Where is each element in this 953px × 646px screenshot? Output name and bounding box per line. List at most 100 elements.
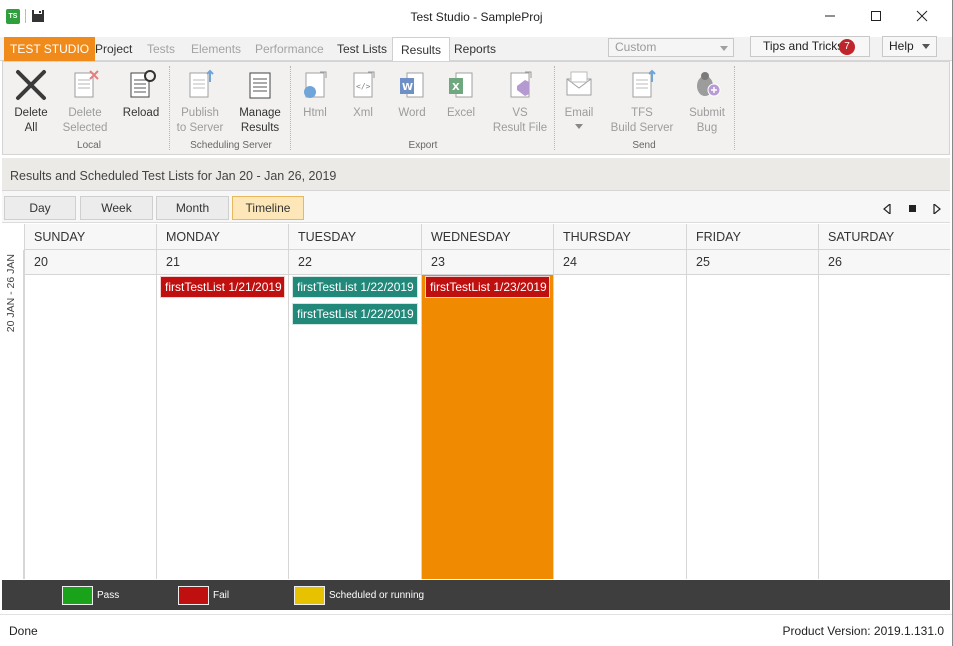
day-column-saturday[interactable]: SATURDAY 26: [818, 224, 950, 579]
tips-and-tricks-button[interactable]: Tips and Tricks 7: [750, 36, 870, 57]
view-week-button[interactable]: Week: [80, 196, 153, 220]
delete-x-icon: [16, 70, 46, 100]
delete-selected-label-1: Delete: [68, 107, 102, 119]
day-name-header: TUESDAY: [289, 224, 421, 250]
publish-label-1: Publish: [181, 107, 219, 119]
tips-label: Tips and Tricks: [763, 39, 844, 53]
legend-scheduled-label: Scheduled or running: [329, 590, 425, 601]
menu-results[interactable]: Results: [392, 37, 451, 62]
publish-to-server-button: Publish to Server: [175, 68, 225, 136]
day-column-monday[interactable]: MONDAY 21 firstTestList 1/21/2019 1: [156, 224, 288, 579]
maximize-button[interactable]: [853, 0, 899, 32]
vs-label-1: VS: [512, 107, 528, 119]
excel-export-icon: X: [449, 72, 473, 98]
close-icon: [916, 10, 928, 22]
day-body[interactable]: firstTestList 1/21/2019 1: [157, 275, 288, 579]
menu-reports[interactable]: Reports: [446, 37, 504, 61]
test-run-event[interactable]: firstTestList 1/22/2019 1: [292, 303, 418, 325]
day-body[interactable]: firstTestList 1/22/2019 1 firstTestList 1…: [289, 275, 421, 579]
layout-dropdown-value: Custom: [615, 40, 657, 54]
delete-all-button[interactable]: Delete All: [9, 68, 53, 136]
day-name-header: MONDAY: [157, 224, 288, 250]
day-name-header: WEDNESDAY: [422, 224, 553, 250]
submit-label-2: Bug: [696, 122, 718, 134]
day-column-friday[interactable]: FRIDAY 25: [686, 224, 818, 579]
menu-performance: Performance: [255, 42, 324, 56]
today-icon[interactable]: [909, 205, 917, 213]
export-vs-result-button: VS Result File: [490, 68, 550, 136]
svg-text:W: W: [402, 82, 413, 93]
help-label: Help: [889, 39, 914, 53]
day-name-header: SATURDAY: [819, 224, 950, 250]
test-run-event[interactable]: firstTestList 1/23/2019 1: [425, 276, 550, 298]
manage-results-button[interactable]: Manage Results: [235, 68, 285, 136]
menu-project[interactable]: Project: [87, 37, 140, 61]
week-range-text: 20 JAN - 26 JAN: [5, 254, 17, 333]
day-body[interactable]: [819, 275, 950, 579]
delete-all-label-2: All: [24, 122, 38, 134]
legend-pass-label: Pass: [97, 590, 120, 601]
day-date-header: 26: [819, 250, 950, 275]
xml-export-icon: </>: [353, 71, 375, 98]
day-date-header: 23: [422, 250, 553, 275]
day-body[interactable]: firstTestList 1/23/2019 1: [422, 275, 553, 579]
manage-results-icon: [249, 72, 271, 99]
legend-pass-swatch: [62, 586, 93, 605]
legend-scheduled-swatch: [294, 586, 325, 605]
chevron-down-icon: [922, 44, 930, 49]
close-button[interactable]: [899, 0, 945, 32]
delete-all-label-1: Delete: [14, 107, 48, 119]
day-column-wednesday[interactable]: WEDNESDAY 23 firstTestList 1/23/2019 1: [421, 224, 553, 579]
day-column-thursday[interactable]: THURSDAY 24: [553, 224, 686, 579]
day-column-tuesday[interactable]: TUESDAY 22 firstTestList 1/22/2019 1 firstT…: [288, 224, 421, 579]
layout-dropdown[interactable]: Custom: [608, 38, 734, 57]
manage-label-1: Manage: [239, 107, 281, 119]
menu-elements: Elements: [191, 42, 242, 56]
tfs-label-2: Build Server: [610, 122, 674, 134]
submit-label-1: Submit: [689, 107, 725, 119]
menu-test-studio[interactable]: TEST STUDIO: [4, 37, 96, 61]
view-month-button[interactable]: Month: [156, 196, 229, 220]
reload-label: Reload: [122, 107, 160, 119]
excel-label: Excel: [446, 107, 476, 119]
view-timeline-button[interactable]: Timeline: [232, 196, 304, 220]
tfs-label-1: TFS: [631, 107, 653, 119]
view-day-button[interactable]: Day: [4, 196, 76, 220]
legend-fail-swatch: [178, 586, 209, 605]
help-button[interactable]: Help: [882, 36, 937, 57]
bug-icon: [697, 72, 721, 97]
submit-bug-button: Submit Bug: [685, 68, 729, 136]
email-label: Email: [564, 107, 594, 119]
day-body[interactable]: [554, 275, 686, 579]
reload-document-icon: [130, 70, 156, 98]
email-button: Email: [559, 68, 599, 129]
minimize-button[interactable]: [807, 0, 853, 32]
word-export-icon: W: [400, 72, 424, 98]
day-column-sunday[interactable]: SUNDAY 20: [24, 224, 156, 579]
publish-icon: [189, 69, 214, 98]
tfs-icon: [632, 69, 656, 98]
results-header: Results and Scheduled Test Lists for Jan…: [2, 158, 950, 191]
html-label: Html: [303, 107, 327, 119]
reload-button[interactable]: Reload: [121, 68, 161, 121]
day-date-header: 22: [289, 250, 421, 275]
ribbon-separator: [554, 66, 555, 150]
ribbon-separator: [290, 66, 291, 150]
test-run-event[interactable]: firstTestList 1/21/2019 1: [160, 276, 285, 298]
menu-test-lists[interactable]: Test Lists: [329, 37, 395, 61]
legend-fail-label: Fail: [213, 590, 230, 601]
next-icon[interactable]: [933, 204, 941, 214]
ribbon-toolbar: Delete All Delete Selected Reload Local …: [2, 61, 950, 155]
vs-label-2: Result File: [492, 122, 548, 134]
export-html-button: Html: [295, 68, 335, 121]
test-run-event[interactable]: firstTestList 1/22/2019 1: [292, 276, 418, 298]
previous-icon[interactable]: [883, 204, 891, 214]
export-group-label: Export: [408, 140, 438, 151]
send-group-label: Send: [632, 140, 656, 151]
day-body[interactable]: [25, 275, 156, 579]
day-body[interactable]: [687, 275, 818, 579]
day-date-header: 20: [25, 250, 156, 275]
day-name-header: SUNDAY: [25, 224, 156, 250]
export-xml-button: </> Xml: [343, 68, 383, 121]
svg-text:</>: </>: [356, 82, 371, 91]
